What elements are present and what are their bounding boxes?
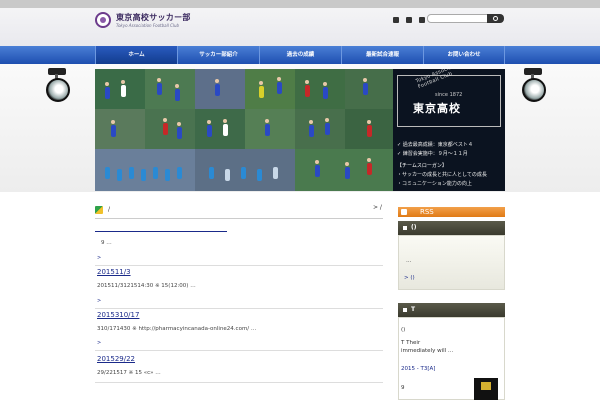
widget2-line-2: T Their (401, 340, 421, 346)
search-button[interactable] (487, 14, 504, 23)
hero-line-5: ・コミュニケーション能力の向上 (397, 181, 472, 187)
post-excerpt-2: 310/171430 ※ http://pharmacyincanada-onl… (97, 326, 257, 332)
post-divider (95, 265, 383, 266)
nav-item-contact[interactable]: お問い合わせ (423, 46, 505, 64)
hero-line-4: ・サッカーの成長と共に人としての成長 (397, 172, 487, 178)
social-icon-1[interactable] (393, 17, 399, 23)
main-divider (95, 218, 383, 219)
hero-line-2: ✓ 練習会実施中：９月～１１月 (397, 151, 468, 157)
club-info-panel: Tokyo Association Football Club since 18… (393, 69, 505, 191)
widget2-line-5: 9 (401, 385, 405, 391)
team-photo-collage (95, 69, 393, 191)
club-since: since 1872 (435, 92, 463, 98)
arrow-marker: > (97, 298, 102, 304)
post-excerpt-1: 201511/3121514:30 ※ 15(12:00) … (97, 283, 196, 289)
hero-line-3: 【チームスローガン】 (397, 163, 447, 169)
arrow-marker: > (97, 340, 102, 346)
search-input[interactable] (427, 14, 489, 23)
intro-text: 9 … (101, 240, 112, 246)
breadcrumb-right: > / (373, 204, 382, 211)
arrow-marker: > (97, 255, 102, 261)
site-header (0, 8, 600, 46)
nav-item-home[interactable]: ホーム (95, 46, 177, 64)
rss-icon (401, 209, 407, 215)
school-name: 東京高校 (413, 102, 461, 115)
social-icon-3[interactable] (419, 17, 425, 23)
site-subtitle: Tokyo Association Football Club (116, 23, 180, 28)
nav-item-about[interactable]: サッカー部紹介 (177, 46, 259, 64)
widget-heading-1-label: () (411, 224, 417, 231)
social-icon-2[interactable] (406, 17, 412, 23)
post-excerpt-3: 29/221517 ※ 15 «c» … (97, 370, 161, 376)
widget2-line-4[interactable]: 2015 - T3[A] (401, 366, 435, 372)
club-emblem-icon[interactable] (95, 12, 111, 28)
spotlight-right-icon (514, 68, 554, 124)
post-divider (95, 350, 383, 351)
rss-label: RSS (420, 208, 434, 216)
widget-heading-1: () (398, 221, 505, 235)
widget-body-1 (398, 235, 505, 290)
widget-heading-2: T (398, 303, 505, 317)
page-title-link[interactable] (95, 228, 227, 232)
nav-item-latest-match[interactable]: 最新試合速報 (341, 46, 423, 64)
rss-bar[interactable]: RSS (398, 207, 505, 217)
square-bullet-icon (403, 225, 407, 230)
widget-heading-2-label: T (411, 306, 416, 313)
widget1-text: … (406, 258, 412, 264)
post-divider (95, 382, 383, 383)
nav-item-results[interactable]: 過去の成績 (259, 46, 341, 64)
post-title-2[interactable]: 2015310/17 (97, 311, 139, 319)
league-logo-thumbnail[interactable] (474, 378, 498, 400)
hero-line-1: ✓ 過去最高成績：東京都ベスト４ (397, 142, 473, 148)
breadcrumb: / (108, 206, 111, 213)
home-icon[interactable] (95, 206, 103, 214)
site-title[interactable]: 東京高校サッカー部 (116, 12, 191, 23)
widget1-link[interactable]: > () (404, 275, 415, 281)
widget2-line-3: immediately will … (401, 348, 454, 354)
post-title-1[interactable]: 201511/3 (97, 268, 131, 276)
top-strip (0, 0, 600, 8)
widget2-line-1: () (401, 327, 406, 333)
post-title-3[interactable]: 201529/22 (97, 355, 135, 363)
post-divider (95, 308, 383, 309)
square-bullet-icon (403, 307, 407, 312)
spotlight-left-icon (38, 68, 78, 124)
